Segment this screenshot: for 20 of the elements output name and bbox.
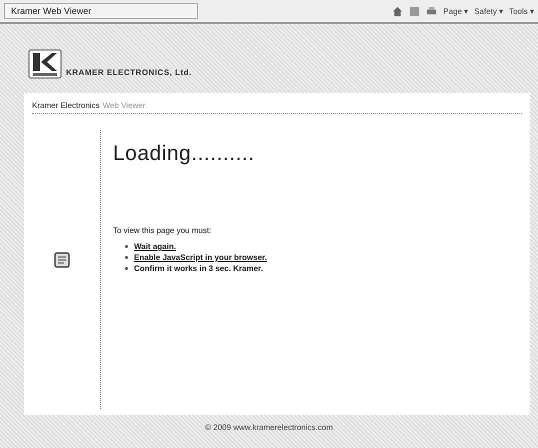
toolbar-menu[interactable]: Tools ▾ (509, 6, 534, 16)
footer-text: © 2009 www.kramerelectronics.com (204, 423, 334, 432)
browser-tab[interactable]: Kramer Web Viewer (4, 3, 198, 19)
step-text: Confirm it works in 3 sec. Kramer. (134, 263, 263, 274)
printer-icon[interactable] (426, 6, 438, 16)
bullet-icon (125, 245, 128, 248)
toolbar-menu[interactable]: Safety ▾ (474, 6, 504, 16)
home-icon[interactable] (392, 6, 404, 16)
breadcrumb-item[interactable]: Kramer Electronics (32, 101, 100, 110)
document-icon (54, 252, 70, 268)
company-name: KRAMER ELECTRONICS, Ltd. (66, 68, 192, 79)
bullet-icon (125, 267, 128, 270)
toolbar-menu[interactable]: Page ▾ (443, 6, 468, 16)
breadcrumb-item: Web Viewer (102, 101, 146, 110)
instruction-text: To view this page you must: (113, 226, 212, 235)
logo-icon (28, 49, 62, 79)
bullet-icon (125, 256, 128, 259)
step-link[interactable]: Wait again. (134, 241, 176, 252)
loading-heading: Loading.......... (113, 142, 256, 166)
step-link[interactable]: Enable JavaScript in your browser. (134, 252, 267, 263)
